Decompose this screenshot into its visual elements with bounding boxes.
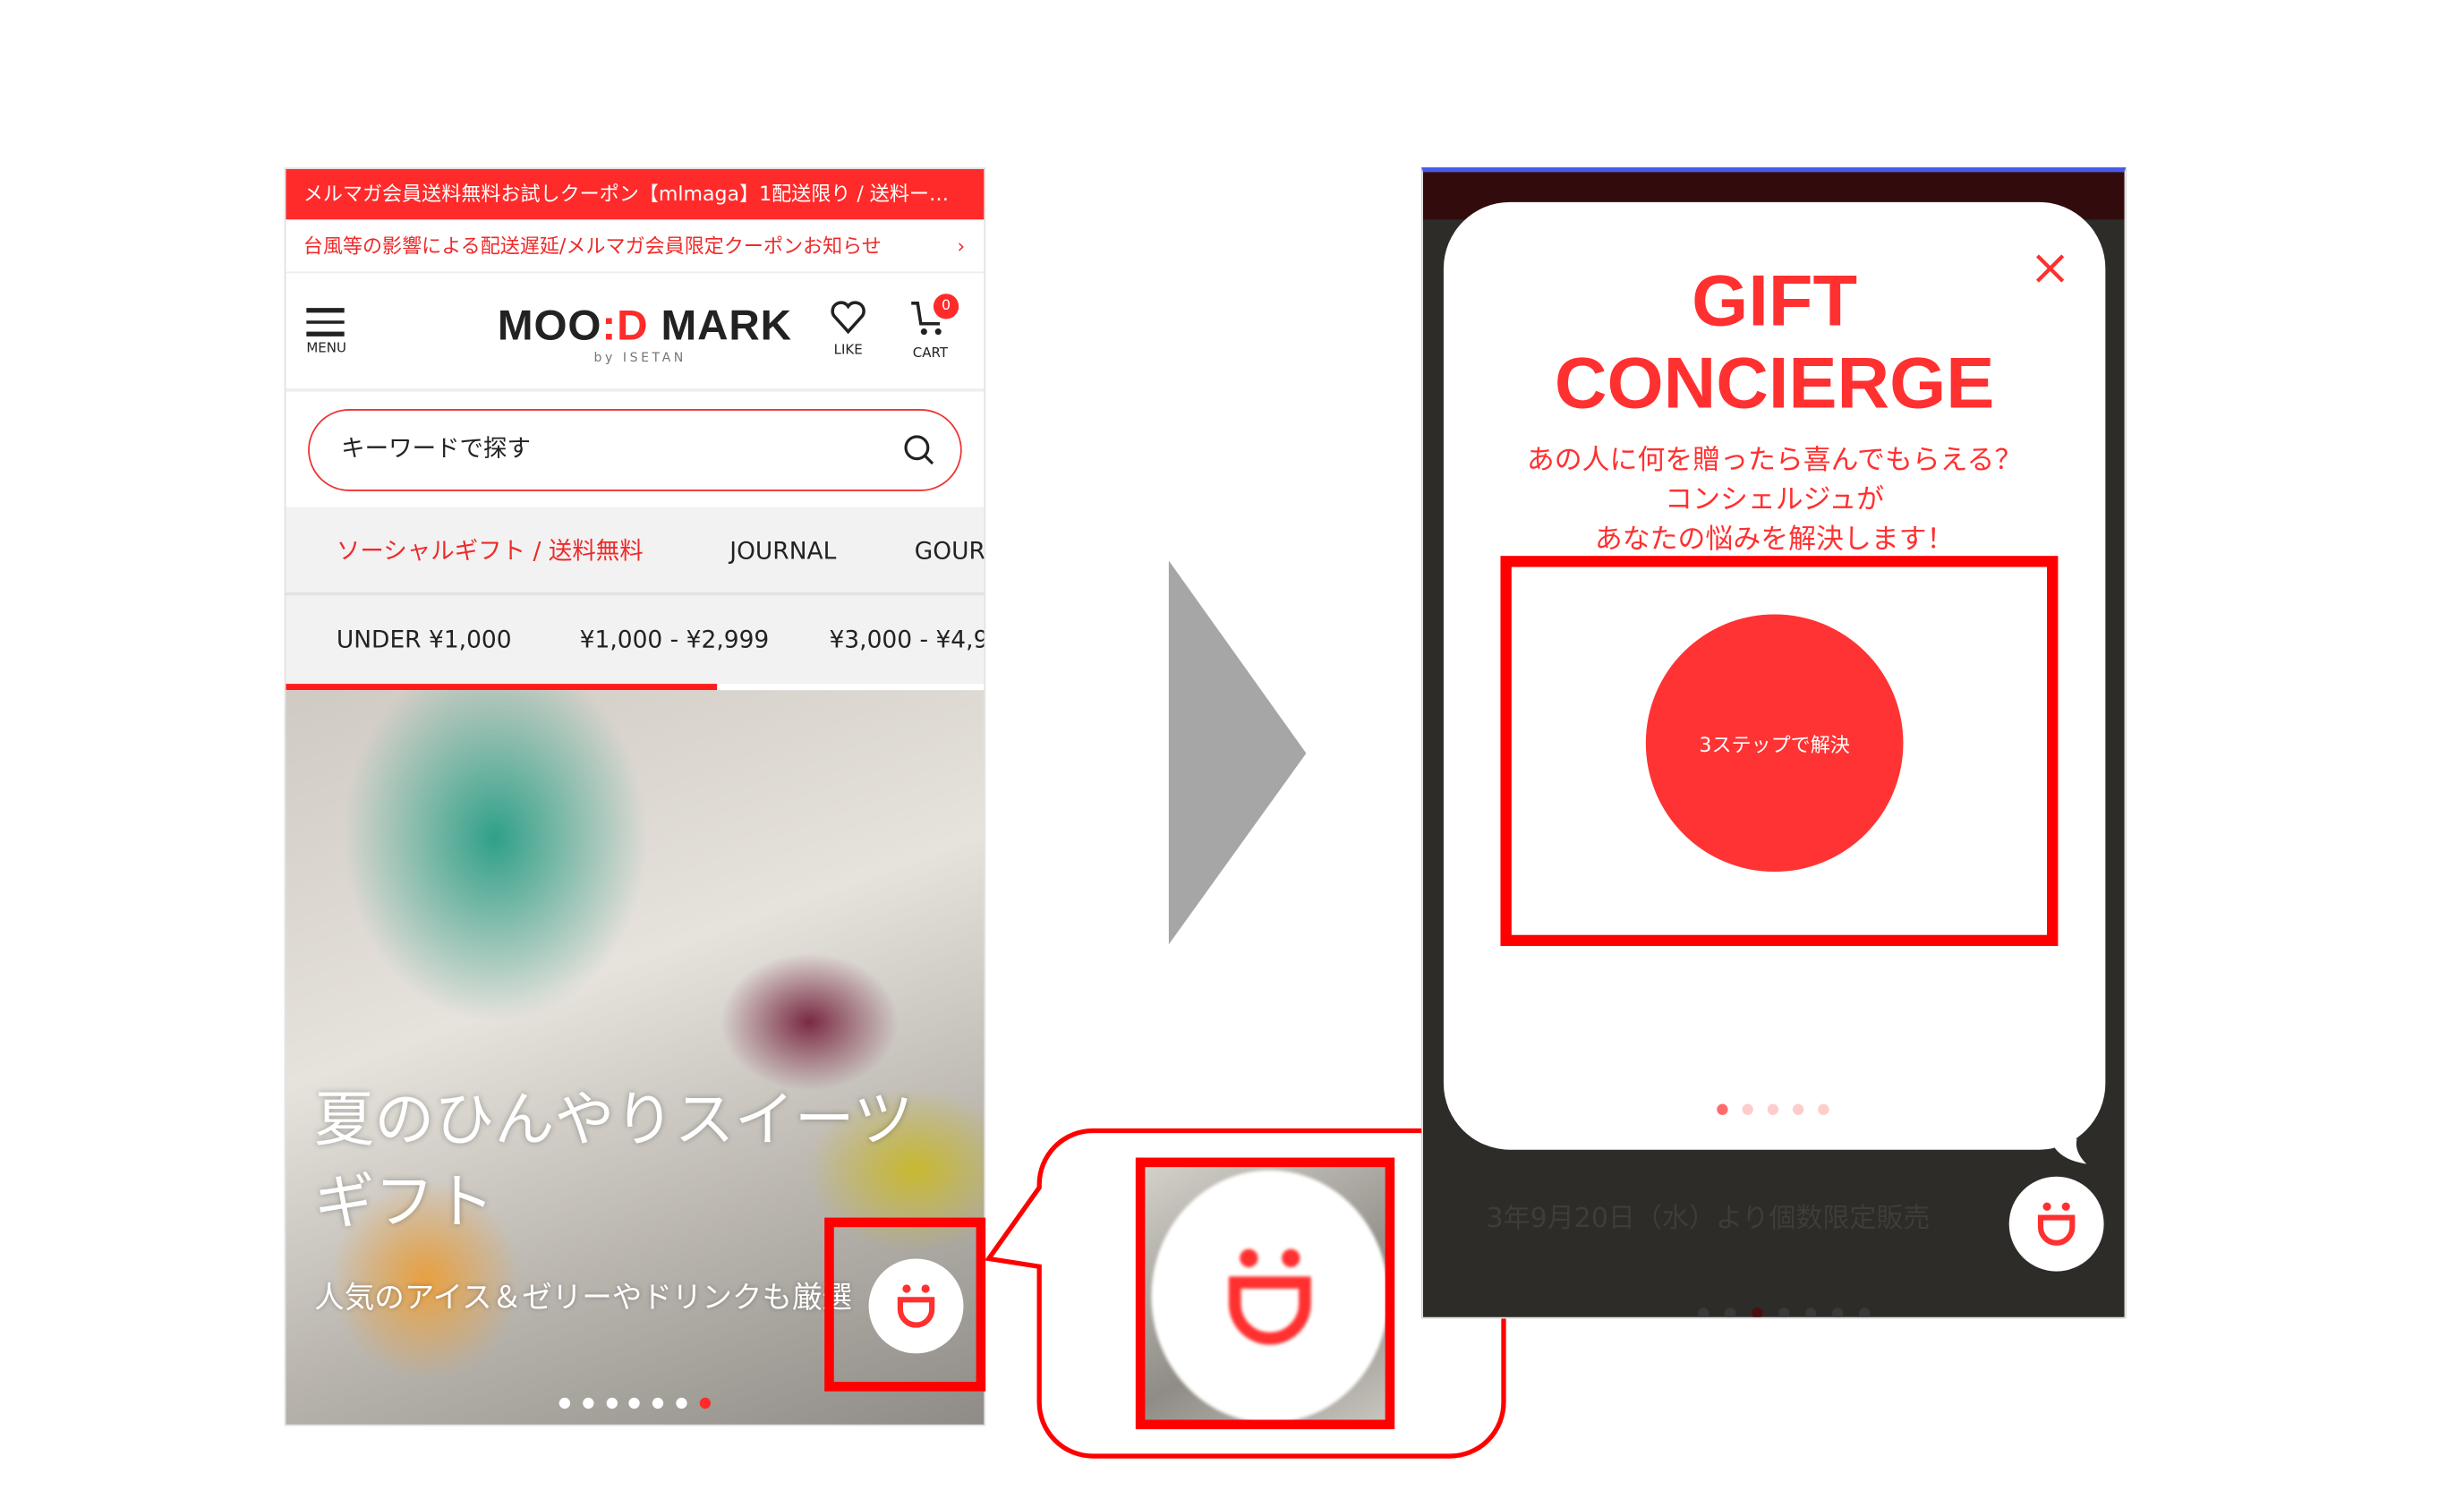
- highlight-box: [1500, 556, 2059, 947]
- notice-text: 台風等の影響による配送遅延/メルマガ会員限定クーポンお知らせ: [303, 234, 882, 258]
- logo-subtitle: by ISETAN: [593, 350, 686, 365]
- header: MENU MOO:D MARK by ISETAN LIKE CART 0: [286, 273, 985, 392]
- pagination-dot[interactable]: [1767, 1103, 1779, 1115]
- promo-banner[interactable]: メルマガ会員送料無料お試しクーポン【mlmaga】1配送限り / 送料ー…: [286, 168, 985, 220]
- pagination-dot[interactable]: [1698, 1307, 1709, 1317]
- pagination-dot[interactable]: [1859, 1307, 1871, 1317]
- pagination-dot[interactable]: [1805, 1307, 1817, 1317]
- cart-label: CART: [912, 345, 949, 362]
- logo[interactable]: MOO:D MARK: [498, 302, 792, 351]
- smiley-icon: [2037, 1202, 2076, 1246]
- pagination-dot[interactable]: [582, 1397, 594, 1410]
- like-label: LIKE: [833, 342, 863, 359]
- pagination-dot[interactable]: [1742, 1103, 1753, 1115]
- concierge-button[interactable]: [2008, 1176, 2104, 1272]
- active-tab-indicator: [286, 684, 718, 691]
- heart-icon: [831, 301, 865, 335]
- hamburger-icon: [306, 308, 345, 312]
- pagination-dot[interactable]: [1792, 1103, 1804, 1115]
- pagination-dot[interactable]: [652, 1397, 664, 1410]
- stage: メルマガ会員送料無料お試しクーポン【mlmaga】1配送限り / 送料ー… 台風…: [0, 0, 2464, 1499]
- pagination-dot[interactable]: [676, 1397, 687, 1410]
- tab-social-gift[interactable]: ソーシャルギフト / 送料無料: [337, 507, 644, 595]
- tab-journal[interactable]: JOURNAL: [729, 507, 836, 595]
- arrow-right-icon: [1168, 560, 1307, 945]
- price-tab[interactable]: ¥1,000 - ¥2,999: [580, 595, 770, 684]
- modal-message: あの人に何を贈ったら喜んでもらえる？ コンシェルジュが あなたの悩みを解決します！: [1526, 445, 2023, 557]
- pagination-dot[interactable]: [1725, 1307, 1736, 1317]
- search-icon[interactable]: [903, 434, 934, 465]
- highlight-box: [1135, 1157, 1395, 1430]
- hero-title: 夏のひんやりスイーツ ギフト: [314, 1085, 914, 1237]
- notice-bar[interactable]: 台風等の影響による配送遅延/メルマガ会員限定クーポンお知らせ ›: [286, 219, 985, 274]
- category-tabs: ソーシャルギフト / 送料無料 JOURNAL GOUR: [286, 507, 985, 596]
- search-input[interactable]: キーワードで探す: [308, 409, 962, 491]
- pagination-dot[interactable]: [1832, 1307, 1844, 1317]
- like-button[interactable]: LIKE: [826, 299, 870, 359]
- pagination-dot[interactable]: [558, 1397, 571, 1410]
- pagination-dot[interactable]: [1717, 1103, 1728, 1115]
- cart-button[interactable]: CART 0: [902, 294, 959, 362]
- pagination-dot[interactable]: [1752, 1307, 1763, 1317]
- pagination-dot[interactable]: [699, 1397, 711, 1410]
- price-tab[interactable]: UNDER ¥1,000: [337, 595, 512, 684]
- tab-gourmet[interactable]: GOUR: [915, 507, 985, 595]
- price-tab[interactable]: ¥3,000 - ¥4,9: [829, 595, 984, 684]
- pagination-dot[interactable]: [1778, 1307, 1790, 1317]
- pagination-dot[interactable]: [605, 1397, 618, 1410]
- pagination-dot[interactable]: [629, 1397, 641, 1410]
- modal-tail: [2054, 1138, 2087, 1164]
- highlight-box: [824, 1217, 986, 1392]
- hero-subtitle: 人気のアイス＆ゼリーやドリンクも厳選: [314, 1281, 853, 1316]
- menu-label: MENU: [306, 340, 346, 356]
- chevron-right-icon: ›: [957, 234, 966, 258]
- background-text: 3年9月20日（水）より個数限定販売: [1486, 1203, 1931, 1235]
- pagination-dot[interactable]: [1818, 1103, 1829, 1115]
- modal-title: GIFT CONCIERGE: [1554, 259, 1995, 423]
- price-tabs: UNDER ¥1,000 ¥1,000 - ¥2,999 ¥3,000 - ¥4…: [286, 595, 984, 685]
- search-placeholder: キーワードで探す: [341, 434, 531, 464]
- cart-count-badge: 0: [933, 294, 959, 319]
- menu-button[interactable]: MENU: [306, 308, 346, 356]
